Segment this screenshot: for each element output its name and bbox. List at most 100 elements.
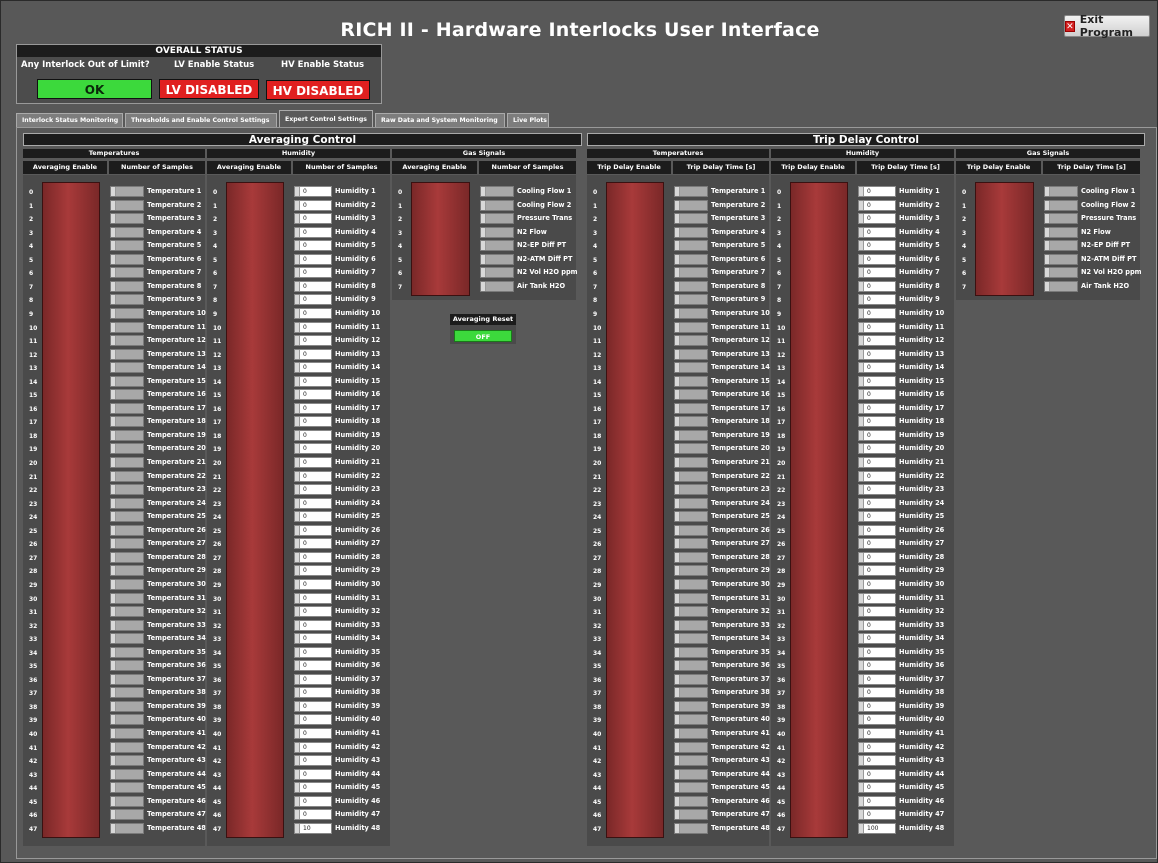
avg-temperatures-numeric-input[interactable] (110, 348, 144, 360)
avg-gas-signals-numeric-input[interactable] (480, 240, 514, 252)
avg-temperatures-numeric-input[interactable] (110, 213, 144, 225)
avg-temperatures-numeric-input[interactable] (110, 646, 144, 658)
avg-temperatures-numeric-input[interactable] (110, 470, 144, 482)
spinner-arrows-icon[interactable] (111, 512, 116, 522)
spinner-arrows-icon[interactable] (111, 729, 116, 738)
spinner-arrows-icon[interactable] (111, 823, 116, 833)
spinner-arrows-icon[interactable] (111, 783, 116, 793)
spinner-arrows-icon[interactable] (1045, 227, 1050, 237)
avg-temperatures-numeric-input[interactable] (110, 633, 144, 645)
trip-humidity-numeric-input[interactable]: 0 (858, 348, 896, 360)
spinner-arrows-icon[interactable] (675, 539, 680, 549)
spinner-arrows-icon[interactable] (859, 254, 864, 264)
trip-humidity-numeric-input[interactable]: 0 (858, 280, 896, 292)
spinner-arrows-icon[interactable] (295, 769, 300, 779)
spinner-arrows-icon[interactable] (675, 376, 680, 386)
trip-temperatures-numeric-input[interactable] (674, 199, 708, 211)
avg-temperatures-numeric-input[interactable] (110, 755, 144, 767)
avg-temperatures-numeric-input[interactable] (110, 700, 144, 712)
spinner-arrows-icon[interactable] (111, 322, 116, 332)
trip-temperatures-numeric-input[interactable] (674, 240, 708, 252)
spinner-arrows-icon[interactable] (1045, 200, 1050, 210)
avg-humidity-numeric-input[interactable]: 0 (294, 457, 332, 468)
spinner-arrows-icon[interactable] (675, 661, 680, 671)
spinner-arrows-icon[interactable] (111, 471, 116, 481)
trip-temperatures-numeric-input[interactable] (674, 755, 708, 767)
trip-humidity-numeric-input[interactable]: 0 (858, 267, 896, 279)
spinner-arrows-icon[interactable] (111, 593, 116, 603)
avg-humidity-numeric-input[interactable]: 0 (294, 389, 332, 401)
trip-temperatures-numeric-input[interactable] (674, 578, 708, 590)
spinner-arrows-icon[interactable] (675, 241, 680, 251)
trip-humidity-numeric-input[interactable]: 0 (858, 619, 896, 631)
avg-humidity-numeric-input[interactable]: 0 (294, 497, 332, 509)
spinner-arrows-icon[interactable] (295, 376, 300, 386)
spinner-arrows-icon[interactable] (295, 430, 300, 440)
spinner-arrows-icon[interactable] (295, 634, 300, 644)
avg-temperatures-numeric-input[interactable] (110, 389, 144, 401)
avg-temperatures-numeric-input[interactable] (110, 429, 144, 441)
spinner-arrows-icon[interactable] (295, 796, 300, 806)
spinner-arrows-icon[interactable] (859, 647, 864, 657)
avg-temperatures-numeric-input[interactable] (110, 551, 144, 563)
spinner-arrows-icon[interactable] (859, 769, 864, 779)
trip-gas-signals-numeric-input[interactable] (1044, 186, 1078, 197)
spinner-arrows-icon[interactable] (675, 729, 680, 738)
trip-humidity-numeric-input[interactable]: 0 (858, 755, 896, 767)
spinner-arrows-icon[interactable] (295, 214, 300, 224)
trip-temperatures-numeric-input[interactable] (674, 321, 708, 333)
avg-temperatures-numeric-input[interactable] (110, 673, 144, 685)
spinner-arrows-icon[interactable] (481, 241, 486, 251)
spinner-arrows-icon[interactable] (111, 634, 116, 644)
tab-raw-data[interactable]: Raw Data and System Monitoring (375, 113, 505, 127)
trip-humidity-numeric-input[interactable]: 0 (858, 551, 896, 563)
spinner-arrows-icon[interactable] (859, 566, 864, 576)
avg-humidity-numeric-input[interactable]: 0 (294, 267, 332, 279)
spinner-arrows-icon[interactable] (859, 539, 864, 549)
spinner-arrows-icon[interactable] (111, 349, 116, 359)
spinner-arrows-icon[interactable] (859, 336, 864, 346)
spinner-arrows-icon[interactable] (111, 539, 116, 549)
trip-humidity-numeric-input[interactable]: 0 (858, 294, 896, 306)
spinner-arrows-icon[interactable] (859, 634, 864, 644)
spinner-arrows-icon[interactable] (675, 363, 680, 373)
spinner-arrows-icon[interactable] (111, 620, 116, 630)
avg-temperatures-numeric-input[interactable] (110, 728, 144, 739)
spinner-arrows-icon[interactable] (675, 647, 680, 657)
spinner-arrows-icon[interactable] (859, 593, 864, 603)
trip-temperatures-numeric-input[interactable] (674, 389, 708, 401)
spinner-arrows-icon[interactable] (675, 579, 680, 589)
trip-humidity-numeric-input[interactable]: 0 (858, 429, 896, 441)
trip-humidity-numeric-input[interactable]: 0 (858, 497, 896, 509)
spinner-arrows-icon[interactable] (859, 241, 864, 251)
spinner-arrows-icon[interactable] (111, 715, 116, 725)
avg-humidity-numeric-input[interactable]: 0 (294, 307, 332, 319)
trip-gas-signals-numeric-input[interactable] (1044, 280, 1078, 292)
trip-gas-signals-numeric-input[interactable] (1044, 199, 1078, 211)
spinner-arrows-icon[interactable] (859, 823, 864, 833)
spinner-arrows-icon[interactable] (675, 620, 680, 630)
spinner-arrows-icon[interactable] (675, 295, 680, 305)
spinner-arrows-icon[interactable] (675, 268, 680, 278)
spinner-arrows-icon[interactable] (859, 214, 864, 224)
spinner-arrows-icon[interactable] (675, 783, 680, 793)
avg-temperatures-numeric-input[interactable] (110, 335, 144, 347)
avg-gas-signals-numeric-input[interactable] (480, 226, 514, 238)
spinner-arrows-icon[interactable] (295, 593, 300, 603)
trip-gas-signals-numeric-input[interactable] (1044, 226, 1078, 238)
spinner-arrows-icon[interactable] (1045, 187, 1050, 196)
spinner-arrows-icon[interactable] (859, 485, 864, 495)
spinner-arrows-icon[interactable] (675, 769, 680, 779)
spinner-arrows-icon[interactable] (481, 254, 486, 264)
avg-humidity-numeric-input[interactable]: 0 (294, 633, 332, 645)
spinner-arrows-icon[interactable] (675, 322, 680, 332)
spinner-arrows-icon[interactable] (1045, 268, 1050, 278)
avg-gas-signals-enable-switch[interactable] (411, 182, 470, 296)
trip-humidity-numeric-input[interactable]: 0 (858, 321, 896, 333)
spinner-arrows-icon[interactable] (295, 579, 300, 589)
trip-temperatures-numeric-input[interactable] (674, 782, 708, 794)
spinner-arrows-icon[interactable] (859, 525, 864, 535)
trip-temperatures-numeric-input[interactable] (674, 538, 708, 550)
avg-humidity-numeric-input[interactable]: 0 (294, 687, 332, 699)
spinner-arrows-icon[interactable] (675, 390, 680, 400)
